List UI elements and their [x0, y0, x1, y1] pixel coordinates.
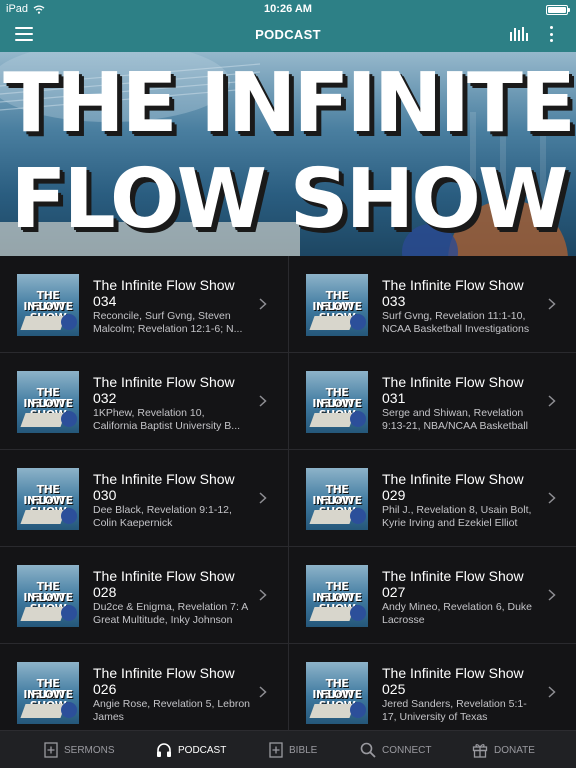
episode-title: The Infinite Flow Show 027	[382, 568, 524, 600]
episode-thumbnail: THE INFINITE FLOW SHOW	[306, 565, 368, 627]
episode-title: The Infinite Flow Show 026	[93, 665, 235, 697]
battery-icon	[546, 5, 570, 15]
episode-thumbnail: THE INFINITE FLOW SHOW	[306, 371, 368, 433]
episode-title: The Infinite Flow Show 025	[382, 665, 524, 697]
gift-icon	[472, 744, 488, 758]
episode-title: The Infinite Flow Show 032	[93, 374, 235, 406]
episode-subtitle: Dee Black, Revelation 9:1-12, Colin Kaep…	[93, 504, 232, 529]
chevron-right-icon	[259, 589, 267, 601]
episode-thumbnail: THE INFINITE FLOW SHOW	[17, 565, 79, 627]
plus-book-icon	[269, 742, 283, 758]
more-options-icon[interactable]	[549, 26, 553, 42]
podcast-banner: THE INFINITE FLOW SHOW	[0, 52, 576, 256]
episode-title: The Infinite Flow Show 029	[382, 471, 524, 503]
status-bar: iPad 10:26 AM	[0, 0, 576, 20]
status-time: 10:26 AM	[264, 3, 312, 15]
chevron-right-icon	[548, 395, 556, 407]
tab-label: DONATE	[494, 744, 535, 756]
episode-title: The Infinite Flow Show 034	[93, 277, 235, 309]
episode-title: The Infinite Flow Show 030	[93, 471, 235, 503]
episode-row[interactable]: THE INFINITE FLOW SHOW The Infinite Flow…	[288, 547, 576, 644]
episode-row[interactable]: THE INFINITE FLOW SHOW The Infinite Flow…	[0, 353, 288, 450]
episode-subtitle: Andy Mineo, Revelation 6, Duke Lacrosse	[382, 601, 532, 626]
episode-thumbnail: THE INFINITE FLOW SHOW	[306, 662, 368, 724]
episode-thumbnail: THE INFINITE FLOW SHOW	[17, 371, 79, 433]
episode-row[interactable]: THE INFINITE FLOW SHOW The Infinite Flow…	[0, 644, 288, 730]
episode-subtitle: Phil J., Revelation 8, Usain Bolt, Kyrie…	[382, 504, 532, 529]
episode-thumbnail: THE INFINITE FLOW SHOW	[306, 274, 368, 336]
tab-label: CONNECT	[382, 744, 432, 756]
episode-subtitle: 1KPhew, Revelation 10, California Baptis…	[93, 407, 241, 432]
tab-connect[interactable]: CONNECT	[360, 741, 431, 759]
episode-row[interactable]: THE INFINITE FLOW SHOW The Infinite Flow…	[0, 547, 288, 644]
episode-subtitle: Jered Sanders, Revelation 5:1-17, Univer…	[382, 698, 527, 723]
tab-label: PODCAST	[178, 744, 227, 756]
chevron-right-icon	[548, 492, 556, 504]
tab-sermons[interactable]: SERMONS	[44, 741, 115, 759]
chevron-right-icon	[548, 589, 556, 601]
episode-row[interactable]: THE INFINITE FLOW SHOW The Infinite Flow…	[0, 450, 288, 547]
tab-podcast[interactable]: PODCAST	[156, 741, 226, 759]
episode-subtitle: Serge and Shiwan, Revelation 9:13-21, NB…	[382, 407, 528, 432]
chevron-right-icon	[548, 686, 556, 698]
episode-title: The Infinite Flow Show 031	[382, 374, 524, 406]
equalizer-icon[interactable]	[510, 27, 528, 41]
chevron-right-icon	[259, 395, 267, 407]
episode-subtitle: Du2ce & Enigma, Revelation 7: A Great Mu…	[93, 601, 248, 626]
episode-row[interactable]: THE INFINITE FLOW SHOW The Infinite Flow…	[288, 256, 576, 353]
episode-row[interactable]: THE INFINITE FLOW SHOW The Infinite Flow…	[288, 353, 576, 450]
episode-thumbnail: THE INFINITE FLOW SHOW	[17, 468, 79, 530]
chevron-right-icon	[259, 298, 267, 310]
episode-row[interactable]: THE INFINITE FLOW SHOW The Infinite Flow…	[288, 450, 576, 547]
episode-subtitle: Angie Rose, Revelation 5, Lebron James	[93, 698, 251, 723]
episode-subtitle: Reconcile, Surf Gvng, Steven Malcolm; Re…	[93, 310, 243, 335]
headphones-icon	[157, 743, 171, 757]
episode-thumbnail: THE INFINITE FLOW SHOW	[17, 274, 79, 336]
tab-label: BIBLE	[289, 744, 318, 756]
episode-title: The Infinite Flow Show 028	[93, 568, 235, 600]
episode-thumbnail: THE INFINITE FLOW SHOW	[306, 468, 368, 530]
search-icon	[360, 742, 376, 758]
tab-bar: SERMONS PODCAST BIBLE CONNECT DONATE	[0, 730, 576, 768]
episode-row[interactable]: THE INFINITE FLOW SHOW The Infinite Flow…	[288, 644, 576, 730]
tab-bible[interactable]: BIBLE	[269, 741, 317, 759]
plus-book-icon	[44, 742, 58, 758]
nav-bar: PODCAST	[0, 20, 576, 52]
tab-label: SERMONS	[64, 744, 115, 756]
chevron-right-icon	[548, 298, 556, 310]
banner-title-line1: THE INFINITE	[3, 56, 576, 151]
episode-subtitle: Surf Gvng, Revelation 11:1-10, NCAA Bask…	[382, 310, 530, 335]
page-title: PODCAST	[255, 27, 321, 42]
chevron-right-icon	[259, 686, 267, 698]
episode-title: The Infinite Flow Show 033	[382, 277, 524, 309]
tab-donate[interactable]: DONATE	[472, 741, 535, 759]
episode-list: THE INFINITE FLOW SHOW The Infinite Flow…	[0, 256, 576, 730]
episode-thumbnail: THE INFINITE FLOW SHOW	[17, 662, 79, 724]
banner-title-line2: FLOW SHOW	[10, 152, 569, 247]
chevron-right-icon	[259, 492, 267, 504]
episode-row[interactable]: THE INFINITE FLOW SHOW The Infinite Flow…	[0, 256, 288, 353]
